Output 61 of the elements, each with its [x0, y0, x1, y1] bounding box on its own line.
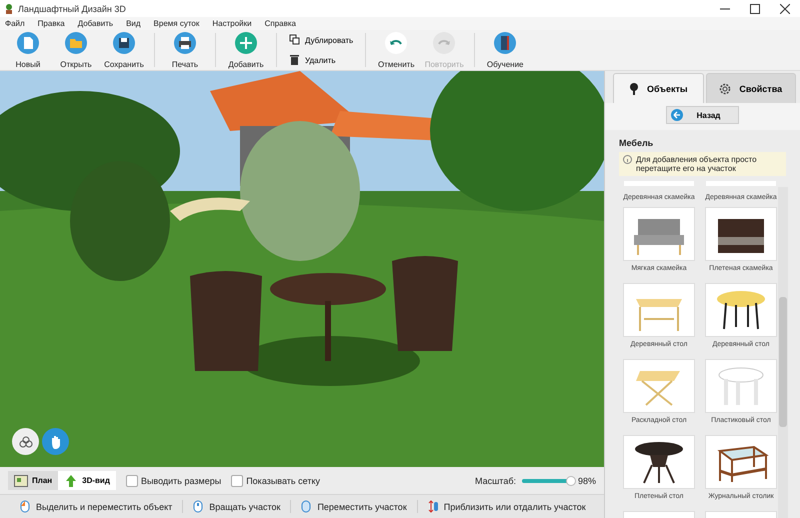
- hint-text: Выделить и переместить объект: [36, 502, 172, 512]
- scrollbar[interactable]: [778, 187, 788, 518]
- furniture-card[interactable]: [705, 207, 777, 261]
- toolbar-button[interactable]: Обучение: [481, 30, 530, 70]
- slider-thumb[interactable]: [566, 476, 576, 486]
- gear-icon: [719, 82, 732, 94]
- menu-item[interactable]: Справка: [264, 19, 296, 28]
- hint-text: Вращать участок: [209, 502, 280, 512]
- toolbar-button[interactable]: Сохранить: [100, 30, 148, 70]
- mouse-icon: [301, 500, 312, 513]
- toolbar-button[interactable]: Удалить: [289, 54, 354, 66]
- info-text: Для добавления объекта просто перетащите его на участок: [636, 155, 758, 173]
- furniture-card[interactable]: [705, 435, 777, 489]
- toolbar-button[interactable]: Открыть: [52, 30, 100, 70]
- close-icon: [780, 4, 790, 14]
- mouse-icon: [20, 500, 30, 513]
- zoom-arrows-icon: [428, 500, 438, 513]
- toolbar-button[interactable]: Дублировать: [289, 34, 354, 46]
- printer-icon: [174, 32, 196, 54]
- section-heading: Мебель: [618, 137, 654, 150]
- view-tab[interactable]: 3D-вид: [58, 471, 116, 490]
- back-button[interactable]: Назад: [666, 106, 740, 124]
- menu-item[interactable]: Время суток: [154, 19, 200, 28]
- mouse-icon: [193, 500, 204, 513]
- info-icon: [623, 155, 632, 164]
- window-title: Ландшафтный Дизайн 3D: [18, 4, 126, 14]
- zoom-reading: 98%: [578, 476, 596, 486]
- hint-text: Переместить участок: [317, 502, 407, 512]
- zoom-label: Масштаб:: [474, 476, 516, 486]
- app-icon: [4, 4, 14, 14]
- checkbox-label: Выводить размеры: [140, 476, 222, 486]
- save-icon: [113, 32, 135, 54]
- toolbar-button[interactable]: Добавить: [222, 30, 270, 70]
- menu-item[interactable]: Правка: [38, 19, 65, 28]
- panel-tab[interactable]: Свойства: [706, 73, 796, 103]
- menu-item[interactable]: Настройки: [212, 19, 252, 28]
- toolbar-button[interactable]: Новый: [4, 30, 52, 70]
- menu-item[interactable]: Вид: [126, 19, 141, 28]
- checkbox[interactable]: [231, 474, 244, 486]
- toolbar-button[interactable]: Печать: [161, 30, 209, 70]
- maximize-icon: [750, 4, 760, 14]
- book-icon: [494, 32, 516, 54]
- checkbox-label: Показывать сетку: [246, 476, 320, 486]
- undo-icon: [385, 32, 408, 54]
- checkbox[interactable]: [126, 474, 138, 486]
- furniture-card[interactable]: [705, 283, 777, 337]
- back-arrow-icon: [670, 109, 683, 121]
- furniture-card[interactable]: [623, 435, 695, 489]
- hand-icon: [50, 434, 62, 448]
- menu-item[interactable]: Файл: [5, 19, 25, 28]
- hint-text: Приблизить или отдалить участок: [444, 502, 586, 512]
- menu-item[interactable]: Добавить: [78, 19, 114, 28]
- trash-icon: [289, 54, 300, 66]
- plan-icon: [14, 474, 28, 486]
- plus-icon: [235, 32, 257, 54]
- document-icon: [17, 32, 39, 54]
- folder-icon: [65, 32, 87, 54]
- scrollbar-thumb[interactable]: [779, 297, 787, 427]
- copy-icon: [289, 34, 300, 46]
- toolbar-button[interactable]: Отменить: [372, 30, 420, 70]
- panel-tab[interactable]: Объекты: [613, 73, 704, 103]
